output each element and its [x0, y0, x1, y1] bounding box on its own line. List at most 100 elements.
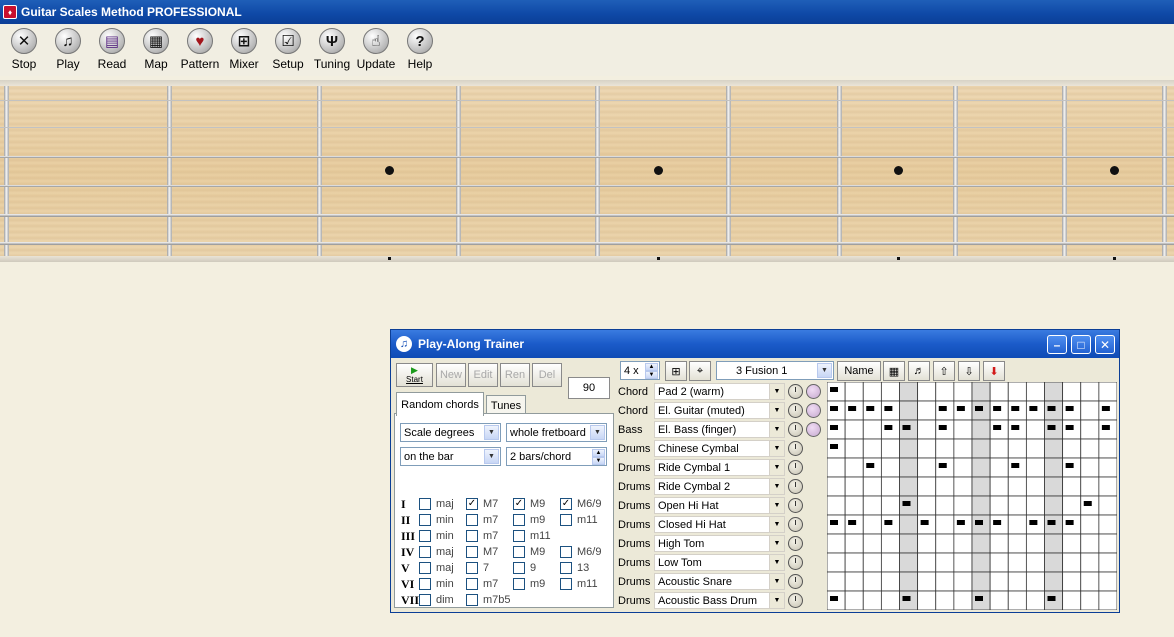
pattern-cell[interactable]	[1025, 382, 1045, 402]
pattern-cell[interactable]	[935, 382, 955, 402]
chord-checkbox[interactable]	[419, 562, 431, 574]
pattern-cell[interactable]	[1007, 552, 1027, 573]
pattern-cell[interactable]	[844, 571, 864, 592]
pattern-cell[interactable]	[1062, 533, 1082, 554]
chord-checkbox[interactable]	[560, 546, 572, 558]
pattern-cell[interactable]	[953, 419, 973, 440]
scale-select[interactable]: Scale degrees ▼	[400, 423, 501, 442]
pattern-cell[interactable]	[899, 457, 919, 478]
pattern-cell[interactable]	[989, 552, 1009, 573]
pattern-cell[interactable]	[1007, 382, 1027, 402]
pattern-grid[interactable]	[827, 382, 1117, 610]
instrument-select[interactable]: Closed Hi Hat ▼	[654, 516, 785, 533]
pattern-cell[interactable]	[971, 552, 991, 573]
timing-select[interactable]: on the bar ▼	[400, 447, 501, 466]
pattern-cell[interactable]	[1080, 382, 1100, 402]
pattern-cell[interactable]	[1025, 590, 1045, 610]
chord-checkbox[interactable]	[466, 578, 478, 590]
pattern-cell[interactable]	[953, 382, 973, 402]
pattern-cell[interactable]	[917, 419, 937, 440]
pattern-cell[interactable]	[862, 419, 882, 440]
pattern-cell[interactable]	[880, 438, 900, 459]
volume-knob[interactable]	[788, 460, 803, 475]
pattern-cell[interactable]	[917, 382, 937, 402]
chord-checkbox[interactable]	[560, 514, 572, 526]
instrument-select[interactable]: High Tom ▼	[654, 535, 785, 552]
grid-expand-icon[interactable]: ⊞	[665, 361, 687, 381]
pattern-cell[interactable]	[844, 382, 864, 402]
pattern-cell[interactable]	[935, 590, 955, 610]
chord-checkbox[interactable]	[419, 498, 431, 510]
toolbar-setup-button[interactable]: ☑ Setup	[266, 24, 310, 76]
chord-checkbox[interactable]: ✓	[560, 498, 572, 510]
pattern-cell[interactable]	[827, 457, 846, 478]
instrument-select[interactable]: Chinese Cymbal ▼	[654, 440, 785, 457]
pattern-cell[interactable]	[1080, 552, 1100, 573]
pattern-cell[interactable]	[953, 571, 973, 592]
toolbar-play-button[interactable]: ♫ Play	[46, 24, 90, 76]
pattern-cell[interactable]	[1025, 438, 1045, 459]
pattern-cell[interactable]	[917, 590, 937, 610]
pattern-cell[interactable]	[862, 552, 882, 573]
pattern-cell[interactable]	[880, 476, 900, 497]
pattern-cell[interactable]	[880, 382, 900, 402]
pattern-cell[interactable]	[827, 476, 846, 497]
pattern-cell[interactable]	[989, 495, 1009, 516]
pattern-cell[interactable]	[971, 438, 991, 459]
chord-checkbox[interactable]	[419, 578, 431, 590]
instrument-select[interactable]: Ride Cymbal 2 ▼	[654, 478, 785, 495]
chord-checkbox[interactable]	[466, 546, 478, 558]
pattern-cell[interactable]	[1098, 382, 1117, 402]
pattern-cell[interactable]	[1025, 476, 1045, 497]
chord-checkbox[interactable]: ✓	[513, 498, 525, 510]
volume-knob[interactable]	[788, 422, 803, 437]
pattern-cell[interactable]	[1025, 552, 1045, 573]
pattern-cell[interactable]	[1098, 533, 1117, 554]
pattern-cell[interactable]	[1044, 533, 1064, 554]
pattern-cell[interactable]	[1062, 590, 1082, 610]
chord-checkbox[interactable]	[560, 562, 572, 574]
volume-knob[interactable]	[788, 441, 803, 456]
pattern-cell[interactable]	[971, 457, 991, 478]
download-arrow-icon[interactable]: ⇩	[958, 361, 980, 381]
pattern-cell[interactable]	[1080, 533, 1100, 554]
pattern-cell[interactable]	[917, 533, 937, 554]
style-select[interactable]: 3 Fusion 1 ▼	[716, 361, 834, 380]
instrument-select[interactable]: Pad 2 (warm) ▼	[654, 383, 785, 400]
pattern-cell[interactable]	[953, 590, 973, 610]
chord-checkbox[interactable]	[419, 546, 431, 558]
pattern-cell[interactable]	[953, 495, 973, 516]
pattern-cell[interactable]	[827, 571, 846, 592]
start-button[interactable]: ▶ Start	[396, 363, 433, 387]
pattern-cell[interactable]	[917, 400, 937, 421]
pattern-cell[interactable]	[1007, 590, 1027, 610]
volume-knob[interactable]	[788, 479, 803, 494]
pattern-cell[interactable]	[844, 476, 864, 497]
repeat-stepper[interactable]: 4 x ▲ ▼	[620, 361, 660, 380]
pattern-cell[interactable]	[862, 438, 882, 459]
pattern-cell[interactable]	[880, 495, 900, 516]
pattern-cell[interactable]	[1080, 438, 1100, 459]
pattern-cell[interactable]	[862, 571, 882, 592]
pattern-cell[interactable]	[1080, 457, 1100, 478]
pattern-cell[interactable]	[1080, 590, 1100, 610]
notation-icon[interactable]: ♬	[908, 361, 930, 381]
pattern-cell[interactable]	[862, 514, 882, 535]
pattern-cell[interactable]	[935, 495, 955, 516]
pattern-cell[interactable]	[827, 495, 846, 516]
chord-checkbox[interactable]	[419, 514, 431, 526]
pattern-cell[interactable]	[1062, 438, 1082, 459]
pattern-cell[interactable]	[1044, 457, 1064, 478]
pattern-cell[interactable]	[1025, 533, 1045, 554]
volume-knob[interactable]	[788, 536, 803, 551]
pattern-cell[interactable]	[1098, 438, 1117, 459]
pattern-cell[interactable]	[935, 552, 955, 573]
pattern-cell[interactable]	[989, 438, 1009, 459]
pattern-cell[interactable]	[953, 457, 973, 478]
grid-icon[interactable]: ▦	[883, 361, 905, 381]
volume-knob[interactable]	[788, 498, 803, 513]
pattern-cell[interactable]	[880, 457, 900, 478]
toolbar-read-button[interactable]: ▤ Read	[90, 24, 134, 76]
pattern-cell[interactable]	[844, 552, 864, 573]
pattern-cell[interactable]	[989, 382, 1009, 402]
